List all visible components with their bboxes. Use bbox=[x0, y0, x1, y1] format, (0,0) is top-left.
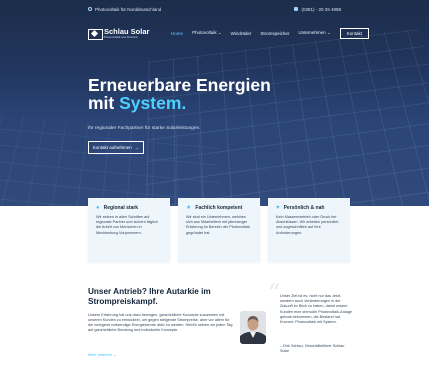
menu-item-windraeder[interactable]: Windräder bbox=[231, 31, 252, 36]
feature-card-persoenlich: ♥ Persönlich & nah Kein Massenvertrieb o… bbox=[268, 198, 350, 262]
chevron-down-icon: ⌄ bbox=[217, 30, 222, 35]
section-heading: Unser Antrieb? Ihre Autarkie im Strompre… bbox=[88, 287, 211, 306]
main-navigation: Schlau Solar Photovoltaik aus Rostock Ho… bbox=[88, 25, 369, 41]
card-text: Wir setzen in allen Schritten auf region… bbox=[96, 215, 158, 235]
brand-name: Schlau Solar bbox=[104, 26, 150, 36]
avatar bbox=[240, 311, 266, 344]
contact-cta-button[interactable]: Kontakt aufnehmen → bbox=[88, 141, 144, 154]
hero-headline: Erneuerbare Energien mit System. bbox=[88, 75, 271, 113]
card-title: Persönlich & nah bbox=[283, 205, 325, 211]
feature-card-kompetent: ★ Fachlich kompetent Wir sind ein Untern… bbox=[178, 198, 260, 262]
phone-text: (0381) - 20 29 4998 bbox=[301, 6, 341, 12]
feature-cards: ● Regional stark Wir setzen in allen Sch… bbox=[88, 198, 350, 262]
menu: Home Photovoltaik ⌄ Windräder Stromspeic… bbox=[171, 27, 369, 39]
contact-button[interactable]: Kontakt bbox=[339, 27, 369, 39]
logo-icon bbox=[88, 28, 103, 40]
card-text: Wir sind ein Unternehmen, welches sich a… bbox=[186, 215, 250, 235]
brand-logo[interactable]: Schlau Solar Photovoltaik aus Rostock bbox=[88, 26, 150, 40]
feature-card-regional: ● Regional stark Wir setzen in allen Sch… bbox=[88, 198, 170, 262]
quote-author: – Dirk Schlau, Geschäftsführer Schlau So… bbox=[280, 344, 345, 354]
menu-item-photovoltaik[interactable]: Photovoltaik ⌄ bbox=[192, 30, 222, 36]
phone-link[interactable]: (0381) - 20 29 4998 bbox=[294, 7, 341, 12]
location-pin-icon bbox=[88, 7, 92, 11]
card-title: Fachlich kompetent bbox=[195, 205, 243, 211]
top-bar: Photovoltaik für Norddeutschland (0381) … bbox=[0, 0, 429, 18]
heart-icon: ♥ bbox=[276, 205, 280, 211]
pin-icon: ● bbox=[96, 205, 100, 211]
menu-item-unternehmen[interactable]: Unternehmen ⌄ bbox=[298, 30, 330, 36]
more-link[interactable]: Mehr erfahren → bbox=[88, 353, 117, 357]
quote-text: Unser Ziel ist es, nicht nur das Jetzt, … bbox=[280, 294, 352, 325]
card-text: Kein Massenvertrieb oder Druck bei Absch… bbox=[276, 215, 339, 235]
headline-accent: System. bbox=[119, 93, 187, 113]
quote-mark-icon: “ bbox=[268, 279, 281, 307]
location-text: Photovoltaik für Norddeutschland bbox=[95, 6, 162, 12]
location-info: Photovoltaik für Norddeutschland bbox=[88, 7, 161, 12]
hero-lead: Ihr regionaler Fachpartner für starke So… bbox=[88, 126, 201, 131]
card-title: Regional stark bbox=[103, 205, 139, 211]
section-paragraph: Unsere Erfahrung hat uns dazu bewogen, g… bbox=[88, 313, 233, 333]
arrow-right-icon: → bbox=[134, 145, 140, 150]
menu-item-home[interactable]: Home bbox=[171, 31, 183, 36]
hero-section: Photovoltaik für Norddeutschland (0381) … bbox=[0, 0, 429, 206]
chevron-down-icon: ⌄ bbox=[326, 30, 331, 35]
phone-icon bbox=[294, 7, 299, 11]
menu-item-stromspeicher[interactable]: Stromspeicher bbox=[260, 31, 289, 36]
star-icon: ★ bbox=[186, 205, 192, 211]
